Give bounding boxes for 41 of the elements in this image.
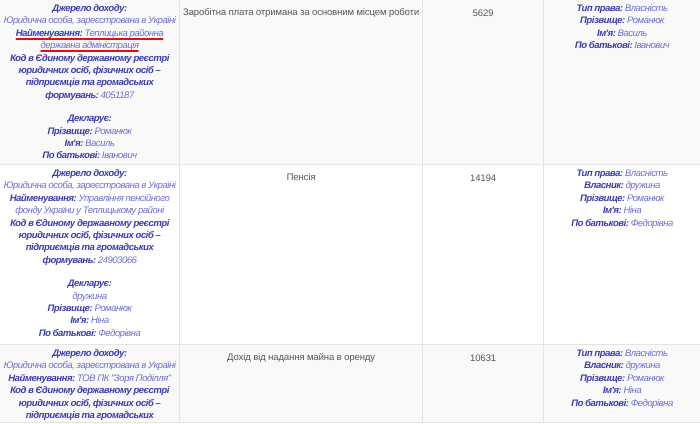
field-text: Тип права: Власність xyxy=(575,168,669,180)
field-text: Код в Єдиному державному реєстрі юридичних осіб, фізичних осіб – підприємців та громадських xyxy=(9,385,170,422)
field-text: Юридична особа, зареєстрована в Україні xyxy=(2,180,177,193)
field-text: Декларує: xyxy=(66,278,112,291)
field-text: Прізвище: Романюк xyxy=(46,126,133,138)
income-type: Заробітна плата отримана за основним місцем роботи xyxy=(182,6,420,20)
field-text: Ім'я: Ніна xyxy=(69,315,110,328)
income-type: Пенсія xyxy=(286,171,316,185)
field-text: Ім'я: Ніна xyxy=(602,205,642,218)
field-text: По батькові: Іванович xyxy=(574,40,670,53)
field-text: По батькові: Федорівна xyxy=(38,328,142,340)
field-text: Юридична особа, зареєстрована в Україні xyxy=(2,360,177,373)
field-text: Найменування: ТОВ ПК "Зоря Поділля" xyxy=(7,372,172,386)
field-text: Тип права: Власність xyxy=(575,3,669,16)
field-text: Власник: дружина xyxy=(583,360,661,373)
field-text: Джерело доходу: xyxy=(50,348,128,360)
field-text: Код в Єдиному державному реєстрі юридичних осіб, фізичних осіб – підприємців та громадських формувань: 24903066 xyxy=(9,218,170,268)
field-text: Джерело доходу: xyxy=(50,168,128,180)
income-amount: 14194 xyxy=(470,172,496,186)
field-text: По батькові: Федорівна xyxy=(570,398,674,410)
field-text: Прізвище: Романюк xyxy=(579,372,666,386)
field-text: Ім'я: Василь xyxy=(64,138,116,150)
field-text: Код в Єдиному державному реєстрі юридичних осіб, фізичних осіб – підприємців та громадських формувань: 4051187 xyxy=(9,52,170,102)
field-text: Юридична особа, зареєстрована в Україні xyxy=(2,15,177,28)
field-text: Прізвище: Романюк xyxy=(579,192,666,206)
income-type: Дохід від надання майна в оренду xyxy=(227,351,375,365)
field-text: Прізвище: Романюк xyxy=(46,303,133,316)
field-text: Ім'я: Ніна xyxy=(602,385,642,398)
field-text: По батькові: Іванович xyxy=(41,150,138,163)
field-text: Прізвище: Романюк xyxy=(579,15,666,28)
field-text: Найменування: Теплицька районна державна адміністрація xyxy=(14,28,164,53)
field-text: Тип права: Власність xyxy=(575,348,669,360)
income-amount: 5629 xyxy=(472,7,494,21)
income-amount: 10631 xyxy=(470,352,496,366)
field-text: Ім'я: Василь xyxy=(596,28,648,40)
field-text: Джерело доходу: xyxy=(50,3,128,16)
field-text: По батькові: Федорівна xyxy=(570,218,674,230)
field-text: Найменування: Управління пенсійного фонду України у Теплицькому районі xyxy=(8,192,170,218)
field-text: Власник: дружина xyxy=(583,180,661,193)
field-text: дружина xyxy=(71,290,108,304)
field-text: Декларує: xyxy=(66,113,112,126)
